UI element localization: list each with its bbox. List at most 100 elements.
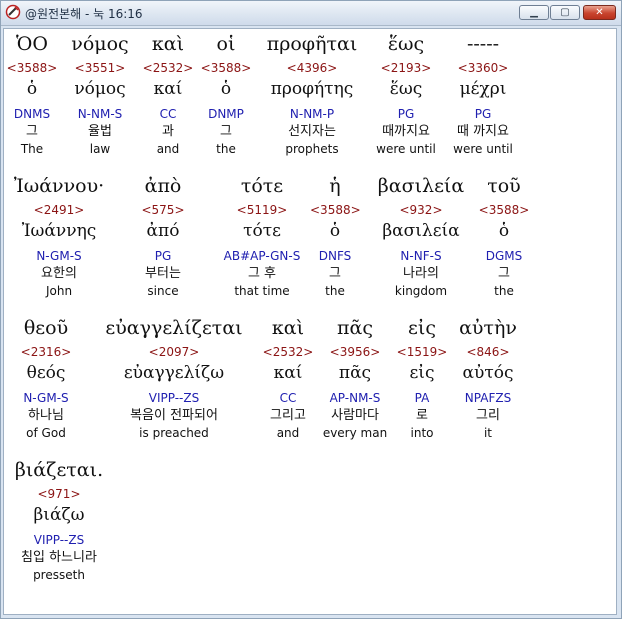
english-gloss: and bbox=[156, 142, 180, 156]
word-cell[interactable]: εἰς <1519> εἰς PA 로 into bbox=[394, 315, 450, 441]
parsing-code: VIPP--ZS bbox=[33, 533, 85, 547]
greek-word: ὉΟ bbox=[16, 33, 48, 55]
word-cell[interactable]: ἡ <3588> ὁ DNFS 그 the bbox=[310, 173, 361, 299]
greek-word: νόμος bbox=[71, 33, 129, 55]
korean-gloss: 그 bbox=[329, 266, 341, 281]
parsing-code: AB#AP-GN-S bbox=[223, 249, 301, 263]
strong-number: <2097> bbox=[148, 345, 200, 359]
english-gloss: the bbox=[216, 142, 236, 156]
lemma: ἀπό bbox=[146, 221, 180, 241]
lemma: ἕως bbox=[389, 79, 423, 99]
word-cell[interactable]: βασιλεία <932> βασιλεία N-NF-S 나라의 kingd… bbox=[368, 173, 474, 299]
greek-word: ἀπὸ bbox=[144, 175, 182, 197]
korean-gloss: 그 bbox=[26, 124, 38, 139]
greek-word: ἡ bbox=[329, 175, 341, 197]
parsing-code: N-GM-S bbox=[23, 391, 69, 405]
lemma: βασιλεία bbox=[382, 221, 460, 241]
strong-number: <1519> bbox=[396, 345, 448, 359]
strong-number: <2532> bbox=[262, 345, 314, 359]
close-button[interactable]: ✕ bbox=[583, 5, 616, 20]
korean-gloss: 침입 하느니라 bbox=[21, 550, 97, 565]
greek-word: τοῦ bbox=[487, 175, 521, 197]
lemma: ὁ bbox=[498, 221, 510, 241]
lemma: ὁ bbox=[26, 79, 38, 99]
maximize-button[interactable]: ▢ bbox=[550, 5, 580, 20]
korean-gloss: 로 bbox=[416, 408, 428, 423]
english-gloss: John bbox=[45, 284, 73, 298]
greek-word: ----- bbox=[466, 33, 500, 55]
word-cell[interactable]: οἱ <3588> ὁ DNMP 그 the bbox=[198, 31, 254, 157]
english-gloss: were until bbox=[376, 142, 436, 156]
app-icon bbox=[5, 4, 21, 20]
greek-word: εἰς bbox=[408, 317, 436, 339]
english-gloss: the bbox=[494, 284, 514, 298]
word-cell[interactable]: Ἰωάννου· <2491> Ἰωάννης N-GM-S 요한의 John bbox=[6, 173, 112, 299]
korean-gloss: 율법 bbox=[88, 124, 112, 139]
english-gloss: since bbox=[147, 284, 179, 298]
lemma: τότε bbox=[243, 221, 281, 241]
english-gloss: prophets bbox=[285, 142, 339, 156]
english-gloss: into bbox=[410, 426, 434, 440]
english-gloss: The bbox=[20, 142, 44, 156]
strong-number: <2491> bbox=[33, 203, 85, 217]
lemma: εὐαγγελίζω bbox=[123, 363, 225, 383]
greek-word: Ἰωάννου· bbox=[13, 175, 105, 197]
parsing-code: N-NM-S bbox=[77, 107, 123, 121]
lemma: Ἰωάννης bbox=[21, 221, 97, 241]
word-cell[interactable]: εὐαγγελίζεται <2097> εὐαγγελίζω VIPP--ZS… bbox=[96, 315, 252, 441]
interlinear-panel[interactable]: ὉΟ <3588> ὁ DNMS 그 The νόμος <3551> νόμο… bbox=[3, 28, 617, 615]
strong-number: <3551> bbox=[74, 61, 126, 75]
greek-word: πᾶς bbox=[337, 317, 373, 339]
korean-gloss: 과 bbox=[162, 124, 174, 139]
word-cell[interactable]: καὶ <2532> καί CC 과 and bbox=[140, 31, 196, 157]
minimize-button[interactable]: ▁ bbox=[519, 5, 549, 20]
word-cell[interactable]: θεοῦ <2316> θεός N-GM-S 하나님 of God bbox=[8, 315, 84, 441]
parsing-code: CC bbox=[159, 107, 177, 121]
word-cell[interactable]: τότε <5119> τότε AB#AP-GN-S 그 후 that tim… bbox=[216, 173, 308, 299]
lemma: μέχρι bbox=[459, 79, 507, 99]
korean-gloss: 부터는 bbox=[145, 266, 181, 281]
strong-number: <2316> bbox=[20, 345, 72, 359]
english-gloss: that time bbox=[234, 284, 290, 298]
parsing-code: PG bbox=[474, 107, 492, 121]
word-cell[interactable]: καὶ <2532> καί CC 그리고 and bbox=[260, 315, 316, 441]
parsing-code: N-NF-S bbox=[400, 249, 442, 263]
lemma: νόμος bbox=[74, 79, 126, 99]
strong-number: <3956> bbox=[329, 345, 381, 359]
korean-gloss: 선지자는 bbox=[288, 124, 336, 139]
parsing-code: VIPP--ZS bbox=[148, 391, 200, 405]
greek-word: εὐαγγελίζεται bbox=[105, 317, 243, 339]
greek-word: οἱ bbox=[216, 33, 236, 55]
parsing-code: PA bbox=[414, 391, 430, 405]
english-gloss: the bbox=[325, 284, 345, 298]
word-cell[interactable]: βιάζεται. <971> βιάζω VIPP--ZS 침입 하느니라 p… bbox=[6, 457, 112, 583]
word-cell[interactable]: νόμος <3551> νόμος N-NM-S 율법 law bbox=[62, 31, 138, 157]
lemma: βιάζω bbox=[33, 505, 85, 525]
strong-number: <5119> bbox=[236, 203, 288, 217]
strong-number: <2193> bbox=[380, 61, 432, 75]
word-cell[interactable]: πᾶς <3956> πᾶς AP-NM-S 사람마다 every man bbox=[320, 315, 390, 441]
english-gloss: and bbox=[276, 426, 300, 440]
title-bar[interactable]: @원전본해 - 눅 16:16 ▁ ▢ ✕ bbox=[1, 1, 621, 26]
parsing-code: DGMS bbox=[485, 249, 523, 263]
word-cell[interactable]: ἀπὸ <575> ἀπό PG 부터는 since bbox=[122, 173, 204, 299]
word-cell[interactable]: αὐτὴν <846> αὐτός NPAFZS 그리 it bbox=[452, 315, 524, 441]
greek-word: ἕως bbox=[387, 33, 425, 55]
word-cell[interactable]: προφῆται <4396> προφήτης N-NM-P 선지자는 pro… bbox=[256, 31, 368, 157]
word-cell[interactable]: ὉΟ <3588> ὁ DNMS 그 The bbox=[6, 31, 58, 157]
greek-word: βασιλεία bbox=[377, 175, 465, 197]
korean-gloss: 그 bbox=[220, 124, 232, 139]
greek-word: καὶ bbox=[151, 33, 185, 55]
word-cell[interactable]: ἕως <2193> ἕως PG 때까지요 were until bbox=[372, 31, 440, 157]
window-title: @원전본해 - 눅 16:16 bbox=[25, 7, 143, 21]
parsing-code: PG bbox=[154, 249, 172, 263]
parsing-code: PG bbox=[397, 107, 415, 121]
greek-word: προφῆται bbox=[266, 33, 358, 55]
english-gloss: is preached bbox=[139, 426, 209, 440]
word-cell[interactable]: ----- <3360> μέχρι PG 때 까지요 were until bbox=[446, 31, 520, 157]
strong-number: <3588> bbox=[200, 61, 252, 75]
korean-gloss: 요한의 bbox=[41, 266, 77, 281]
lemma: ὁ bbox=[220, 79, 232, 99]
word-cell[interactable]: τοῦ <3588> ὁ DGMS 그 the bbox=[476, 173, 532, 299]
greek-word: βιάζεται. bbox=[14, 459, 104, 481]
